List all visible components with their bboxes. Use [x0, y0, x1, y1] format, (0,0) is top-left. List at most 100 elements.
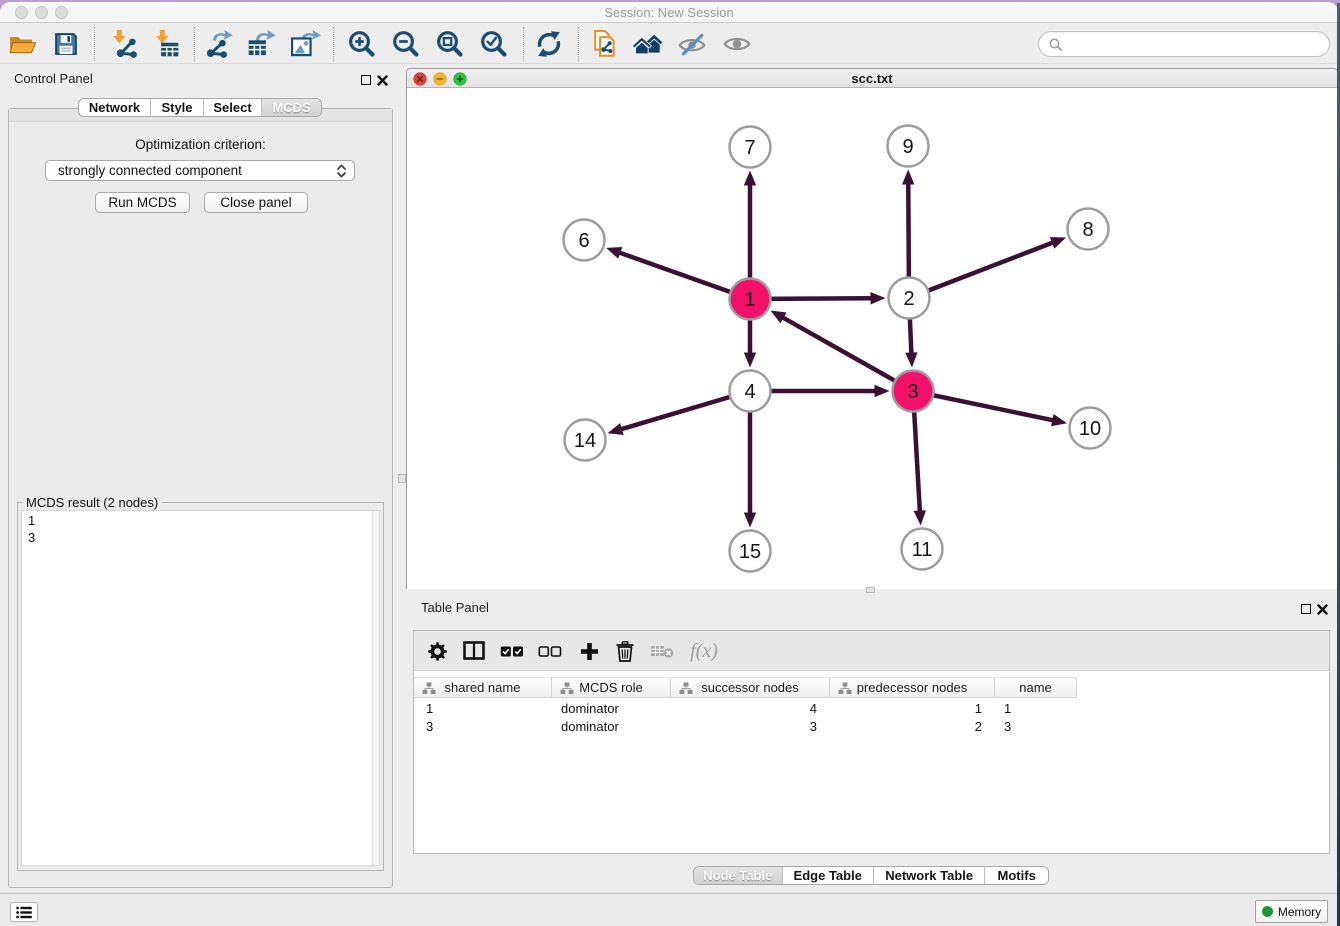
search-field[interactable] [1038, 31, 1330, 57]
graph-node-label: 6 [578, 230, 589, 252]
show-column-button[interactable] [457, 635, 491, 667]
network-canvas[interactable]: 7968124314101511 [407, 89, 1337, 589]
save-session-button[interactable] [46, 26, 86, 62]
unchecked-boxes-icon [538, 645, 562, 658]
tab-motifs[interactable]: Motifs [985, 867, 1048, 884]
memory-status-icon [1262, 906, 1273, 917]
first-neighbors-button[interactable] [628, 26, 668, 62]
zoom-in-icon [346, 28, 378, 60]
zoom-selected-icon [478, 28, 510, 60]
column-header-successor-nodes[interactable]: successor nodes [671, 678, 830, 697]
tab-edge-table[interactable]: Edge Table [783, 867, 874, 884]
node-table-frame: f(x) shared name MCDS role successor nod… [413, 630, 1330, 854]
graph-node-label: 8 [1082, 219, 1093, 241]
select-all-button[interactable] [495, 635, 529, 667]
deselect-all-button[interactable] [533, 635, 567, 667]
import-table-button[interactable] [146, 26, 186, 62]
search-input[interactable] [1067, 34, 1322, 54]
mcds-tab-pane: Optimization criterion: strongly connect… [8, 108, 393, 888]
table-options-button[interactable] [420, 635, 454, 667]
run-mcds-button[interactable]: Run MCDS [95, 192, 190, 213]
open-file-button[interactable] [2, 26, 42, 62]
tab-network-table[interactable]: Network Table [874, 867, 985, 884]
criterion-value: strongly connected component [58, 163, 242, 178]
save-icon [52, 30, 80, 58]
network-view-window: scc.txt 7968124314101511 [406, 68, 1338, 589]
network-window-titlebar: scc.txt [407, 69, 1337, 88]
table-row[interactable]: 3 dominator 3 2 3 [414, 717, 1077, 735]
export-network-icon [202, 28, 234, 60]
close-panel-icon[interactable] [377, 75, 388, 86]
refresh-button[interactable] [529, 26, 569, 62]
column-header-predecessor-nodes[interactable]: predecessor nodes [830, 678, 995, 697]
graph-node-label: 15 [739, 541, 761, 563]
tab-mcds[interactable]: MCDS [262, 99, 321, 116]
graph-node-label: 4 [744, 381, 755, 403]
float-panel-icon[interactable] [361, 75, 371, 85]
window-title: Session: New Session [0, 5, 1338, 20]
horizontal-splitter-handle[interactable] [866, 587, 875, 593]
column-header-mcds-role[interactable]: MCDS role [552, 678, 671, 697]
clone-network-button[interactable] [585, 26, 625, 62]
float-table-panel-icon[interactable] [1301, 604, 1311, 614]
show-all-button[interactable] [717, 26, 757, 62]
column-header-shared-name[interactable]: shared name [414, 678, 552, 697]
export-network-button[interactable] [198, 26, 238, 62]
graph-node-label: 2 [903, 288, 914, 310]
task-history-button[interactable] [10, 902, 38, 922]
column-header-name[interactable]: name [995, 678, 1077, 697]
app-window: Session: New Session [0, 2, 1338, 926]
export-table-button[interactable] [241, 26, 281, 62]
delete-column-button[interactable] [608, 635, 642, 667]
control-panel: Control Panel Network Style Select MCDS … [0, 64, 397, 893]
tab-node-table[interactable]: Node Table [694, 867, 783, 884]
export-image-button[interactable] [285, 26, 325, 62]
graph-node-label: 7 [744, 137, 755, 159]
table-row[interactable]: 1 dominator 4 1 1 [414, 699, 1077, 717]
network-graph[interactable]: 7968124314101511 [407, 89, 1337, 589]
mcds-result-area[interactable]: 1 3 [21, 510, 380, 866]
vertical-splitter-handle[interactable] [398, 474, 406, 483]
result-scrollbar[interactable] [372, 511, 379, 865]
memory-button[interactable]: Memory [1255, 900, 1328, 923]
close-table-panel-icon[interactable] [1317, 604, 1328, 615]
tab-select[interactable]: Select [204, 99, 262, 116]
zoom-fit-button[interactable] [430, 26, 470, 62]
graph-node-label: 14 [574, 430, 596, 452]
toolbar-separator [333, 27, 334, 61]
toolbar-separator [194, 27, 195, 61]
show-eye-icon [721, 28, 753, 60]
zoom-out-icon [390, 28, 422, 60]
zoom-in-button[interactable] [342, 26, 382, 62]
delete-table-button[interactable] [645, 635, 679, 667]
close-panel-button[interactable]: Close panel [204, 192, 308, 213]
split-columns-icon [463, 641, 485, 661]
search-icon [1048, 37, 1064, 53]
dropdown-chevrons-icon [336, 163, 347, 179]
toolbar-separator [523, 27, 524, 61]
zoom-selected-button[interactable] [474, 26, 514, 62]
add-column-button[interactable] [572, 635, 606, 667]
clone-network-icon [589, 28, 621, 60]
graph-node-label: 11 [912, 539, 933, 561]
graph-node-label: 3 [907, 381, 918, 403]
tab-network[interactable]: Network [79, 99, 151, 116]
open-folder-icon [7, 29, 37, 59]
gear-icon [428, 642, 447, 661]
graph-node-label: 10 [1079, 418, 1101, 440]
function-builder-button[interactable]: f(x) [682, 635, 726, 667]
list-icon [16, 906, 32, 919]
control-panel-tabs: Network Style Select MCDS [78, 98, 322, 117]
table-panel: Table Panel [406, 592, 1338, 893]
main-titlebar: Session: New Session [0, 2, 1338, 23]
main-toolbar [0, 23, 1338, 64]
tab-style[interactable]: Style [151, 99, 204, 116]
table-panel-title: Table Panel [421, 600, 489, 615]
sort-icon [679, 682, 693, 695]
import-network-button[interactable] [103, 26, 143, 62]
zoom-out-button[interactable] [386, 26, 426, 62]
plus-icon [580, 642, 599, 661]
hide-selected-button[interactable] [672, 26, 712, 62]
criterion-dropdown[interactable]: strongly connected component [45, 160, 355, 181]
checked-boxes-icon [500, 645, 524, 658]
